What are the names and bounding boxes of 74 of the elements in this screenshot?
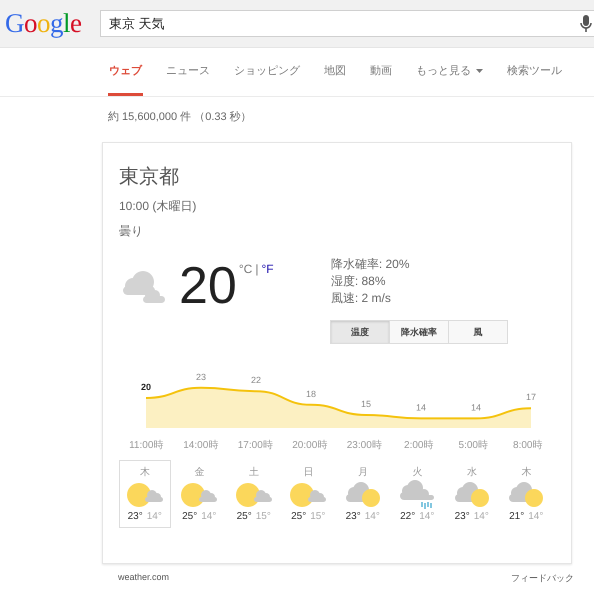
current-temperature: 20 (179, 260, 237, 317)
data-label: 15 (361, 399, 371, 409)
forecast-day[interactable]: 金 25° 14° (174, 460, 225, 528)
data-label: 22 (251, 375, 261, 386)
microphone-icon[interactable] (580, 14, 592, 32)
data-label: 23 (196, 372, 206, 382)
nav-tab[interactable]: ショッピング (233, 48, 301, 96)
data-label: 18 (306, 388, 316, 399)
weather-detail: 風速: 2 m/s (330, 290, 392, 307)
nav-tab[interactable]: 検索ツール (506, 48, 563, 96)
high-temperature: 25° (236, 511, 252, 522)
search-field[interactable]: 東京 天気 (100, 10, 594, 37)
day-name: 火 (412, 466, 422, 479)
weather-detail: 降水確率: 20% (330, 256, 411, 273)
forecast-day[interactable]: 木 23° 14° (119, 460, 170, 528)
time-label: 17:00時 (236, 438, 274, 452)
high-temperature: 23° (128, 511, 143, 522)
time-label: 20:00時 (291, 438, 328, 452)
low-temperature: 15° (256, 511, 271, 522)
condition-text: 曇り (119, 223, 144, 240)
nav-tab[interactable]: 地図 (323, 48, 347, 96)
high-temperature: 25° (291, 511, 306, 522)
nav-tab[interactable]: ウェブ (108, 48, 143, 96)
forecast-day[interactable]: 木 21° 14° (500, 460, 552, 528)
low-temperature: 14° (201, 511, 216, 522)
day-name: 月 (358, 466, 368, 479)
data-label: 14 (416, 402, 426, 412)
result-stats: 約 15,600,000 件 （0.33 秒） (108, 110, 253, 124)
location-title: 東京都 (119, 165, 180, 190)
unit-toggle[interactable]: °F (261, 262, 274, 276)
google-logo[interactable]: Google (5, 8, 100, 39)
data-label: 17 (526, 392, 536, 402)
forecast-day[interactable]: 日 25° 15° (282, 460, 334, 528)
time-label: 11:00時 (128, 438, 164, 452)
high-temperature: 25° (182, 511, 198, 522)
nav-tab[interactable]: 動画 (369, 48, 393, 96)
feedback-link[interactable]: フィードバック (511, 572, 574, 585)
chart-tab[interactable]: 降水確率 (388, 320, 449, 344)
forecast-day[interactable]: 土 25° 15° (228, 460, 280, 528)
low-temperature: 14° (146, 511, 162, 522)
time-label: 5:00時 (458, 438, 489, 452)
source-link[interactable]: weather.com (118, 572, 170, 585)
low-temperature: 15° (310, 511, 326, 522)
chart-tab[interactable]: 風 (448, 320, 508, 344)
forecast-day[interactable]: 月 23° 14° (337, 460, 388, 528)
day-name: 金 (194, 466, 204, 479)
day-name: 日 (303, 466, 314, 479)
low-temperature: 14° (364, 511, 380, 522)
high-temperature: 21° (509, 511, 524, 522)
forecast-day[interactable]: 火 22° 14° (392, 460, 443, 528)
low-temperature: 14° (528, 511, 544, 522)
day-name: 木 (140, 466, 150, 479)
high-temperature: 23° (346, 511, 361, 522)
data-label: 20 (141, 382, 151, 392)
time-label: 2:00時 (403, 438, 434, 452)
data-label: 14 (471, 402, 481, 412)
chart-tab[interactable]: 温度 (330, 320, 390, 344)
time-label: 14:00時 (182, 438, 220, 452)
high-temperature: 22° (400, 511, 416, 522)
time-label: 23:00時 (346, 438, 383, 452)
time-label: 8:00時 (512, 438, 544, 452)
date-time: 10:00 (木曜日) (119, 198, 198, 215)
rain-cloud-icon (398, 479, 436, 511)
day-name: 土 (248, 466, 259, 479)
nav-tab[interactable]: もっと見る (415, 48, 484, 96)
forecast-day[interactable]: 水 23° 14° (446, 460, 498, 528)
low-temperature: 14° (419, 511, 434, 522)
unit-separator: | (255, 262, 258, 276)
high-temperature: 23° (454, 511, 470, 522)
nav-tab[interactable]: ニュース (165, 48, 211, 96)
low-temperature: 14° (474, 511, 489, 522)
weather-detail: 湿度: 88% (330, 273, 387, 290)
day-name: 木 (521, 466, 532, 479)
day-name: 水 (466, 466, 477, 479)
